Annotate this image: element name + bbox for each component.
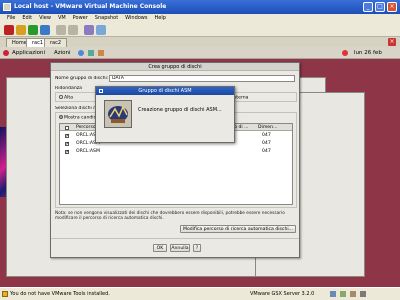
office-launcher-icon[interactable] [98, 50, 104, 56]
row-disk-size: 047 [262, 133, 271, 138]
oracle-database-icon [104, 100, 132, 128]
disk-icon[interactable] [340, 291, 346, 297]
row-checkbox[interactable] [65, 141, 70, 147]
server-version: VMware GSX Server 3.2.0 [250, 291, 315, 297]
menu-power[interactable]: Power [73, 14, 88, 23]
window-title: Local host - VMware Virtual Machine Cons… [14, 3, 167, 10]
toolbar [0, 23, 400, 37]
menu-bar: File Edit View VM Power Snapshot Windows Help [0, 14, 400, 23]
menu-windows[interactable]: Windows [125, 14, 147, 23]
reset-icon[interactable] [40, 25, 50, 35]
tab-rac2-label: rac2 [50, 40, 62, 46]
menu-snapshot[interactable]: Snapshot [95, 14, 118, 23]
power-off-icon[interactable] [4, 25, 14, 35]
asm-popup-message: Creazione gruppo di dischi ASM... [138, 107, 222, 113]
table-row[interactable]: ORCL:ASM 047 [60, 148, 292, 155]
row-disk-size: 047 [262, 141, 271, 146]
checkbox-checked-icon [65, 133, 70, 139]
window-title-bar: Local host - VMware Virtual Machine Cons… [0, 0, 400, 14]
dialog-title: Crea gruppo di dischi [51, 63, 299, 71]
radio-selected-icon [59, 115, 63, 119]
change-discovery-path-button[interactable]: Modifica percorso di ricerca automatica … [180, 225, 296, 233]
menu-vm[interactable]: VM [58, 14, 66, 23]
redundancy-high-radio[interactable]: Alta [59, 95, 73, 101]
tab-rac2[interactable]: rac2 [44, 38, 68, 47]
minimize-icon[interactable]: _ [363, 2, 373, 12]
browser-launcher-icon[interactable] [78, 50, 84, 56]
guest-top-panel: Applicazioni Azioni lun 26 feb [0, 47, 400, 59]
window-menu-icon[interactable] [99, 89, 103, 93]
maximize-icon[interactable]: □ [375, 2, 385, 12]
help-button[interactable]: ? [193, 244, 201, 252]
tab-rac1-label: rac1 [32, 40, 44, 46]
disk-discovery-note: Nota: se non vengono visualizzati dei di… [55, 211, 285, 221]
ok-button[interactable]: OK [153, 244, 167, 252]
row-checkbox[interactable] [65, 133, 70, 139]
row-disk-path: ORCL:ASM [76, 149, 100, 154]
menu-edit[interactable]: Edit [22, 14, 32, 23]
asm-disk-group-popup: Gruppo di dischi ASM Creazione gruppo di… [95, 86, 235, 143]
suspend-icon[interactable] [16, 25, 26, 35]
redundancy-high-label: Alta [64, 95, 74, 101]
status-bar: You do not have VMware Tools installed. … [0, 287, 400, 300]
close-tab-icon[interactable]: × [388, 38, 396, 46]
redundancy-label: Ridondanza [55, 86, 82, 91]
warning-icon [2, 291, 8, 297]
usb-icon[interactable] [360, 291, 366, 297]
tab-bar: Home rac1 rac2 × [0, 37, 400, 47]
disk-group-name-label: Nome gruppo di dischi: [55, 76, 109, 81]
network-icon[interactable] [330, 291, 336, 297]
menu-view[interactable]: View [39, 14, 51, 23]
tab-home-label: Home [12, 40, 27, 46]
checkbox-checked-icon [65, 149, 70, 155]
header-select-all-checkbox[interactable] [65, 125, 69, 131]
menu-file[interactable]: File [7, 14, 15, 23]
alert-icon[interactable] [342, 50, 348, 56]
checkbox-icon [65, 125, 69, 130]
dialog-separator [51, 238, 299, 239]
disk-group-name-field[interactable]: DATA [109, 75, 295, 82]
power-on-icon[interactable] [28, 25, 38, 35]
asm-popup-title: Gruppo di dischi ASM [96, 87, 234, 95]
vmware-app-icon [3, 3, 11, 11]
revert-icon[interactable] [68, 25, 78, 35]
radio-icon [59, 95, 63, 99]
menu-help[interactable]: Help [155, 14, 166, 23]
panel-clock[interactable]: lun 26 feb [354, 47, 382, 58]
cdrom-icon[interactable] [350, 291, 356, 297]
quick-switch-icon[interactable] [96, 25, 106, 35]
snapshot-icon[interactable] [56, 25, 66, 35]
redhat-icon[interactable] [3, 50, 9, 56]
full-screen-icon[interactable] [84, 25, 94, 35]
checkbox-checked-icon [65, 141, 70, 147]
actions-menu[interactable]: Azioni [54, 47, 71, 58]
row-disk-size: 047 [262, 149, 271, 154]
column-header-size[interactable]: Dimen... [258, 124, 277, 130]
close-icon[interactable]: × [387, 2, 397, 12]
applications-menu[interactable]: Applicazioni [12, 47, 45, 58]
row-checkbox[interactable] [65, 149, 70, 155]
mail-launcher-icon[interactable] [88, 50, 94, 56]
vmware-tools-warning[interactable]: You do not have VMware Tools installed. [10, 288, 110, 300]
cancel-button[interactable]: Annulla [170, 244, 190, 252]
